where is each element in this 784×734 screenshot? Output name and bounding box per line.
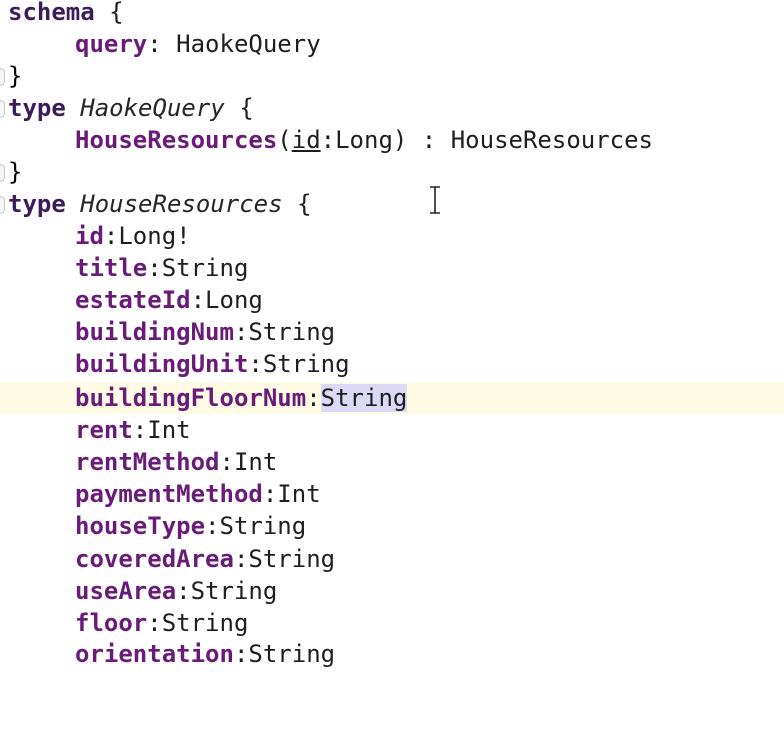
field-type: Long! bbox=[118, 222, 191, 250]
type-name: HouseResources bbox=[80, 190, 283, 218]
code-text: floor:String bbox=[75, 609, 249, 637]
fold-marker-icon[interactable] bbox=[0, 164, 5, 182]
field-type: Int bbox=[147, 416, 191, 444]
open-brace: { bbox=[239, 94, 254, 122]
field-name: orientation bbox=[75, 640, 234, 668]
argument-name: id bbox=[291, 126, 321, 154]
argument-colon: : bbox=[320, 126, 336, 154]
field-type: Int bbox=[277, 480, 321, 508]
field-line[interactable]: title:String bbox=[0, 252, 784, 284]
field-line[interactable]: coveredArea:String bbox=[0, 543, 784, 575]
field-type: Long bbox=[205, 286, 263, 314]
field-name: coveredArea bbox=[75, 545, 234, 573]
field-type: String bbox=[161, 254, 249, 282]
fold-marker-icon[interactable] bbox=[0, 196, 5, 214]
field-type: String bbox=[248, 318, 336, 346]
code-line-query-field[interactable]: HouseResources(id:Long) : HouseResources bbox=[0, 124, 784, 156]
code-text: rentMethod:Int bbox=[75, 448, 278, 476]
code-text: schema { bbox=[8, 0, 124, 28]
field-line[interactable]: floor:String bbox=[0, 607, 784, 639]
field-name: id bbox=[75, 222, 104, 250]
field-name: paymentMethod bbox=[75, 480, 263, 508]
open-brace: { bbox=[109, 0, 124, 26]
current-line[interactable]: buildingFloorNum:String bbox=[0, 382, 784, 414]
code-text: estateId:Long bbox=[75, 286, 263, 314]
code-text: buildingFloorNum:String bbox=[75, 384, 408, 412]
field-type: HaokeQuery bbox=[176, 30, 321, 58]
field-line[interactable]: paymentMethod:Int bbox=[0, 478, 784, 510]
field-name: houseType bbox=[75, 512, 206, 540]
field-line[interactable]: buildingNum:String bbox=[0, 316, 784, 348]
code-text: orientation:String bbox=[75, 640, 336, 668]
field-type-selected: String bbox=[320, 384, 408, 412]
type-name: HaokeQuery bbox=[80, 94, 225, 122]
text-cursor-icon bbox=[430, 186, 440, 214]
field-name: floor bbox=[75, 609, 148, 637]
field-name: buildingFloorNum bbox=[75, 384, 307, 412]
field-name: title bbox=[75, 254, 148, 282]
field-name: buildingNum bbox=[75, 318, 234, 346]
field-type: String bbox=[219, 512, 307, 540]
field-line[interactable]: orientation:String bbox=[0, 638, 784, 670]
field-line[interactable]: houseType:String bbox=[0, 510, 784, 542]
field-name: useArea bbox=[75, 577, 177, 605]
code-text: buildingNum:String bbox=[75, 318, 336, 346]
colon: : bbox=[147, 30, 162, 58]
code-text: query: HaokeQuery bbox=[75, 28, 321, 60]
field-type: String bbox=[248, 545, 336, 573]
field-line[interactable]: buildingUnit:String bbox=[0, 348, 784, 380]
field-type: HouseResources bbox=[450, 126, 654, 154]
code-text: rent:Int bbox=[75, 416, 191, 444]
open-brace: { bbox=[297, 190, 312, 218]
code-text: HouseResources(id:Long) : HouseResources bbox=[75, 124, 653, 156]
field-name: estateId bbox=[75, 286, 191, 314]
code-line-schema[interactable]: schema { bbox=[0, 0, 784, 28]
field-name: rentMethod bbox=[75, 448, 220, 476]
field-line[interactable]: rentMethod:Int bbox=[0, 446, 784, 478]
code-text: title:String bbox=[75, 254, 249, 282]
code-text: id:Long! bbox=[75, 222, 191, 250]
field-line[interactable]: id:Long! bbox=[0, 220, 784, 252]
field-name: rent bbox=[75, 416, 133, 444]
code-text: coveredArea:String bbox=[75, 545, 336, 573]
argument-type: Long bbox=[335, 126, 393, 154]
field-line[interactable]: useArea:String bbox=[0, 575, 784, 607]
code-text: houseType:String bbox=[75, 512, 307, 540]
close-brace: } bbox=[8, 158, 23, 186]
code-line-type-houseresources[interactable]: type HouseResources { bbox=[0, 188, 784, 220]
fold-marker-icon[interactable] bbox=[0, 68, 5, 86]
code-line-schema-query[interactable]: query: HaokeQuery bbox=[0, 28, 784, 60]
code-text: useArea:String bbox=[75, 577, 278, 605]
code-text: paymentMethod:Int bbox=[75, 480, 321, 508]
code-line-query-close[interactable]: } bbox=[0, 156, 784, 188]
paren-open: ( bbox=[277, 126, 292, 154]
close-brace: } bbox=[8, 62, 23, 90]
field-name: buildingUnit bbox=[75, 350, 249, 378]
keyword-type: type bbox=[8, 190, 66, 218]
field-type: Int bbox=[233, 448, 278, 476]
paren-close: ) bbox=[392, 126, 408, 154]
field-name: query bbox=[75, 30, 148, 58]
field-line[interactable]: estateId:Long bbox=[0, 284, 784, 316]
code-text: buildingUnit:String bbox=[75, 350, 350, 378]
field-type: String bbox=[248, 640, 336, 668]
fold-marker-icon[interactable] bbox=[0, 100, 5, 118]
field-type: String bbox=[190, 577, 278, 605]
field-name: HouseResources bbox=[75, 126, 278, 154]
field-type: String bbox=[161, 609, 249, 637]
keyword-schema: schema bbox=[8, 0, 95, 26]
colon: : bbox=[407, 126, 451, 154]
field-line[interactable]: rent:Int bbox=[0, 414, 784, 446]
code-text: type HaokeQuery { bbox=[8, 92, 254, 124]
field-type: String bbox=[262, 350, 350, 378]
keyword-type: type bbox=[8, 94, 66, 122]
code-line-type-haokequery[interactable]: type HaokeQuery { bbox=[0, 92, 784, 124]
code-text: type HouseResources { bbox=[8, 188, 311, 220]
code-line-schema-close[interactable]: } bbox=[0, 60, 784, 92]
code-editor[interactable]: schema { query: HaokeQuery } type HaokeQ… bbox=[0, 0, 784, 670]
